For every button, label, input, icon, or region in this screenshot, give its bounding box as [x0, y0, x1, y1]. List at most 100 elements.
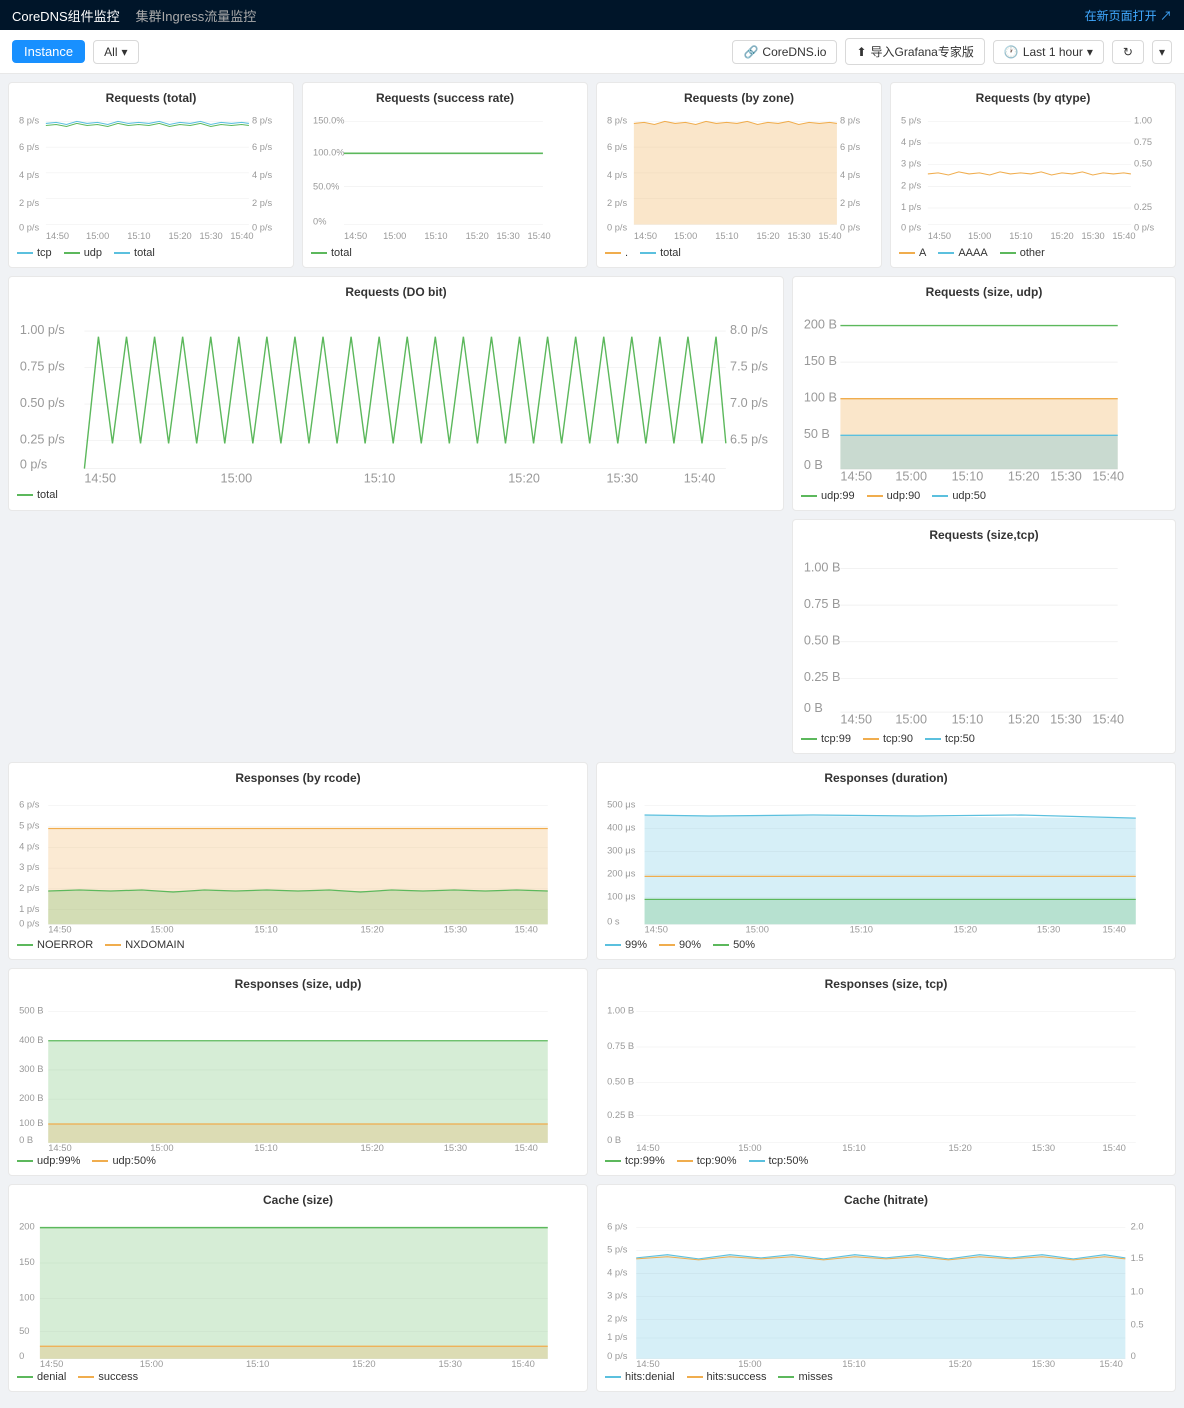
- svg-text:15:10: 15:10: [424, 231, 447, 241]
- all-dropdown-button[interactable]: All ▾: [93, 40, 138, 64]
- svg-text:8 p/s: 8 p/s: [607, 115, 627, 125]
- svg-text:15:30: 15:30: [199, 231, 222, 241]
- svg-text:0: 0: [1131, 1351, 1136, 1361]
- svg-text:0.5: 0.5: [1131, 1319, 1144, 1329]
- chart-cache-size: Cache (size) 200 150 100 50 0 14:50 15: [8, 1184, 588, 1392]
- svg-text:14:50: 14:50: [840, 712, 872, 726]
- svg-text:50 B: 50 B: [804, 427, 830, 441]
- svg-text:15:20: 15:20: [466, 231, 489, 241]
- refresh-button[interactable]: ↻: [1112, 40, 1144, 64]
- svg-text:15:30: 15:30: [1037, 925, 1060, 935]
- legend-req-size-udp: udp:99 udp:90 udp:50: [801, 490, 1167, 502]
- svg-text:14:50: 14:50: [636, 1143, 659, 1151]
- svg-text:6 p/s: 6 p/s: [19, 800, 40, 810]
- refresh-dropdown-button[interactable]: ▾: [1152, 40, 1172, 64]
- svg-text:0 p/s: 0 p/s: [252, 223, 272, 233]
- svg-text:150: 150: [19, 1257, 35, 1267]
- chart-svg-req-size-udp: 200 B 150 B 100 B 50 B 0 B 14:50 15: [801, 303, 1167, 486]
- dropdown-arrow-icon: ▾: [122, 45, 128, 59]
- svg-text:15:30: 15:30: [1032, 1359, 1055, 1367]
- svg-text:15:00: 15:00: [738, 1143, 761, 1151]
- svg-text:100.0%: 100.0%: [313, 147, 344, 157]
- svg-text:400 μs: 400 μs: [607, 823, 636, 833]
- svg-text:1.00: 1.00: [1134, 115, 1152, 125]
- legend-resp-size-udp: udp:99% udp:50%: [17, 1155, 579, 1167]
- svg-text:15:10: 15:10: [842, 1359, 865, 1367]
- svg-text:15:30: 15:30: [444, 1143, 467, 1151]
- clock-icon: 🕐: [1004, 45, 1019, 59]
- svg-text:15:00: 15:00: [968, 231, 991, 241]
- top-bar-left: CoreDNS组件监控 集群Ingress流量监控: [12, 6, 256, 25]
- chart-requests-do: Requests (DO bit) 1.00 p/s 0.75 p/s 0.50…: [8, 276, 784, 511]
- svg-text:0.75 p/s: 0.75 p/s: [20, 359, 65, 373]
- svg-text:6 p/s: 6 p/s: [19, 142, 39, 152]
- svg-text:0.75 B: 0.75 B: [607, 1041, 634, 1051]
- svg-text:15:00: 15:00: [895, 712, 927, 726]
- svg-text:3 p/s: 3 p/s: [607, 1290, 628, 1300]
- all-label: All: [104, 45, 117, 59]
- cluster-title: 集群Ingress流量监控: [136, 6, 257, 25]
- svg-text:14:50: 14:50: [40, 1359, 63, 1367]
- chart-svg-cache-size: 200 150 100 50 0 14:50 15:00 15:10 15: [17, 1211, 579, 1367]
- svg-text:5 p/s: 5 p/s: [607, 1244, 628, 1254]
- svg-text:15:00: 15:00: [746, 925, 769, 935]
- svg-text:15:40: 15:40: [527, 231, 550, 241]
- chart-requests-zone: Requests (by zone) 8 p/s 6 p/s 4 p/s 2 p…: [596, 82, 882, 268]
- svg-text:15:20: 15:20: [360, 925, 383, 935]
- legend-requests-zone: . total: [605, 247, 873, 259]
- svg-text:0 p/s: 0 p/s: [20, 458, 47, 472]
- toolbar-right: 🔗 CoreDNS.io ⬆ 导入Grafana专家版 🕐 Last 1 hou…: [732, 38, 1172, 65]
- svg-text:14:50: 14:50: [636, 1359, 659, 1367]
- svg-text:15:10: 15:10: [364, 472, 396, 486]
- svg-text:4 p/s: 4 p/s: [901, 137, 921, 147]
- instance-tab-button[interactable]: Instance: [12, 40, 85, 63]
- svg-text:15:30: 15:30: [607, 472, 639, 486]
- legend-requests-success: total: [311, 247, 579, 259]
- svg-text:15:10: 15:10: [246, 1359, 269, 1367]
- svg-text:15:00: 15:00: [150, 1143, 173, 1151]
- svg-text:0: 0: [19, 1351, 24, 1361]
- svg-text:3 p/s: 3 p/s: [901, 159, 921, 169]
- svg-text:0.50: 0.50: [1134, 159, 1152, 169]
- coredns-button[interactable]: 🔗 CoreDNS.io: [732, 40, 837, 64]
- grafana-button[interactable]: ⬆ 导入Grafana专家版: [845, 38, 984, 65]
- svg-text:8 p/s: 8 p/s: [19, 115, 39, 125]
- svg-text:3 p/s: 3 p/s: [19, 862, 40, 872]
- time-dropdown-icon: ▾: [1087, 45, 1093, 59]
- svg-text:15:20: 15:20: [169, 231, 192, 241]
- grafana-label: 导入Grafana专家版: [871, 43, 974, 60]
- svg-text:15:00: 15:00: [383, 231, 406, 241]
- svg-text:15:20: 15:20: [508, 472, 540, 486]
- svg-text:15:20: 15:20: [1051, 231, 1074, 241]
- svg-text:14:50: 14:50: [645, 925, 668, 935]
- svg-text:1 p/s: 1 p/s: [607, 1332, 628, 1342]
- chart-responses-duration: Responses (duration) 500 μs 400 μs 300 μ…: [596, 762, 1176, 960]
- svg-text:500 μs: 500 μs: [607, 800, 636, 810]
- svg-text:200 B: 200 B: [19, 1093, 43, 1103]
- svg-text:500 B: 500 B: [19, 1005, 43, 1015]
- chart-svg-resp-size-tcp: 1.00 B 0.75 B 0.50 B 0.25 B 0 B 14:50 15…: [605, 995, 1167, 1151]
- svg-text:15:10: 15:10: [850, 925, 873, 935]
- svg-text:0 p/s: 0 p/s: [1134, 223, 1154, 233]
- svg-text:15:30: 15:30: [787, 231, 810, 241]
- svg-text:100 μs: 100 μs: [607, 891, 636, 901]
- svg-text:0 p/s: 0 p/s: [607, 1351, 628, 1361]
- svg-text:15:00: 15:00: [221, 472, 253, 486]
- svg-text:15:40: 15:40: [1092, 712, 1124, 726]
- app-title: CoreDNS组件监控: [12, 6, 120, 25]
- svg-text:14:50: 14:50: [344, 231, 367, 241]
- svg-text:1.0: 1.0: [1131, 1286, 1144, 1296]
- svg-text:8.0 p/s: 8.0 p/s: [730, 323, 768, 337]
- time-range-button[interactable]: 🕐 Last 1 hour ▾: [993, 40, 1104, 64]
- chart-responses-size-tcp: Responses (size, tcp) 1.00 B 0.75 B 0.50…: [596, 968, 1176, 1176]
- svg-text:0.50 B: 0.50 B: [607, 1076, 634, 1086]
- chart-svg-requests-success: 150.0% 100.0% 50.0% 0% 14:50 15:00 15:10…: [311, 109, 579, 243]
- open-new-page-link[interactable]: 在新页面打开 ↗: [1085, 7, 1172, 24]
- chart-requests-size-udp: Requests (size, udp) 200 B 150 B 100 B 5…: [792, 276, 1176, 511]
- svg-text:50.0%: 50.0%: [313, 181, 339, 191]
- legend-requests-qtype: A AAAA other: [899, 247, 1167, 259]
- svg-text:0.25 B: 0.25 B: [804, 670, 841, 684]
- svg-text:200: 200: [19, 1222, 35, 1232]
- svg-text:15:30: 15:30: [1081, 231, 1104, 241]
- svg-text:6 p/s: 6 p/s: [840, 142, 860, 152]
